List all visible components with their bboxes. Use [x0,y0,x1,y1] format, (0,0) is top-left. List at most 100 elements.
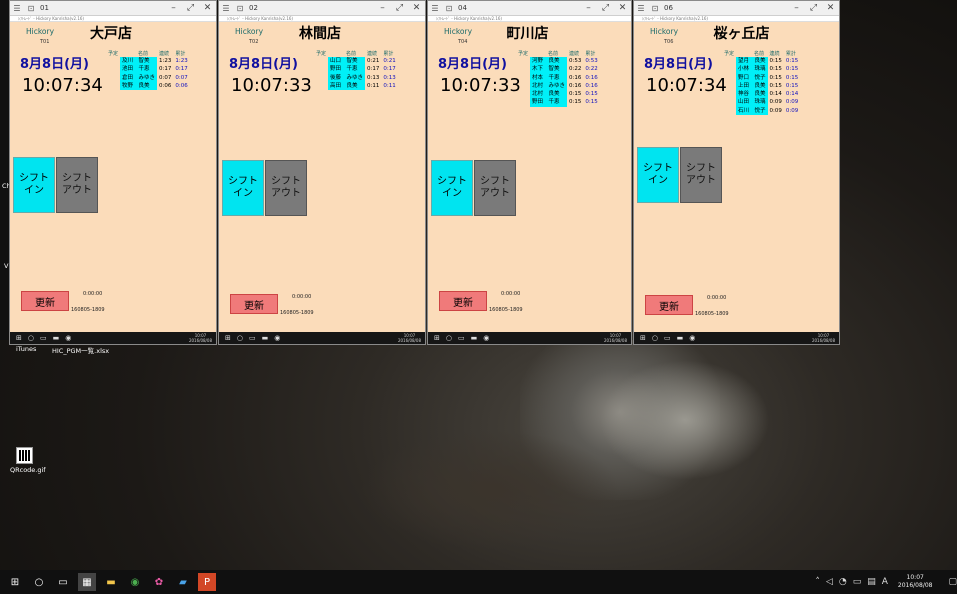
close-icon[interactable]: ✕ [614,3,631,13]
task-view-icon[interactable]: ▭ [664,334,671,342]
keyboard-icon[interactable]: ▤ [867,577,876,587]
minimize-icon[interactable]: – [580,3,597,13]
update-button[interactable]: 更新 [230,294,278,314]
volume-icon[interactable]: ◁ [826,577,833,587]
qrcode-icon[interactable] [16,447,33,464]
minimize-icon[interactable]: – [788,3,805,13]
staff-row[interactable]: 野田 千恵 0:15 0:15 [516,98,600,107]
file-explorer-icon[interactable]: ▬ [262,334,269,342]
search-icon[interactable]: ○ [652,334,658,342]
start-icon[interactable]: ⊞ [16,334,22,342]
staff-cont: 0:09 [769,99,782,106]
staff-total: 0:15 [585,91,598,98]
task-view-icon[interactable]: ▭ [54,573,72,591]
shift-out-button[interactable]: シフト アウト [265,160,307,216]
ime-icon[interactable]: A [882,577,888,587]
close-icon[interactable]: ✕ [822,3,839,13]
close-icon[interactable]: ✕ [408,3,425,13]
menu-icon[interactable]: ☰ [428,4,442,13]
search-icon[interactable]: ○ [446,334,452,342]
shift-in-button[interactable]: シフト イン [13,157,55,213]
system-clock[interactable]: 10:07 2016/08/08 [898,574,933,590]
window-clock: 10:07 2016/08/08 [604,333,627,343]
staff-row[interactable]: 河野 良美 0:53 0:53 [516,57,600,66]
minimize-icon[interactable]: – [165,3,182,13]
chrome-icon[interactable]: ◉ [274,334,280,342]
task-view-icon[interactable]: ▭ [458,334,465,342]
start-icon[interactable]: ⊞ [434,334,440,342]
desktop-icon-qrcode[interactable]: QRcode.gif [10,466,46,474]
staff-row[interactable]: 山口 智美 0:21 0:21 [314,57,398,66]
battery-icon[interactable]: ▭ [853,577,862,587]
expand-icon[interactable]: ⤢ [805,3,822,13]
menu-icon[interactable]: ☰ [219,4,233,13]
app3-icon[interactable]: ▰ [174,573,192,591]
search-icon[interactable]: ○ [30,573,48,591]
network-icon[interactable]: ◔ [839,577,847,587]
shift-in-button[interactable]: シフト イン [222,160,264,216]
shift-out-button[interactable]: シフト アウト [56,157,98,213]
update-button[interactable]: 更新 [439,291,487,311]
minimize-icon[interactable]: – [374,3,391,13]
search-icon[interactable]: ○ [28,334,34,342]
staff-row[interactable]: 及川 智美 1:23 1:23 [106,57,190,66]
staff-row[interactable]: 神谷 良美 0:14 0:14 [722,90,800,99]
close-icon[interactable]: ✕ [199,3,216,13]
file-explorer-icon[interactable]: ▬ [471,334,478,342]
staff-row[interactable]: 後藤 みゆき 0:13 0:13 [314,73,398,82]
staff-row[interactable]: 小林 珠璃 0:15 0:15 [722,65,800,74]
desktop-icon-excel[interactable]: HIC_PGM一覧.xlsx [52,345,109,355]
app-icon[interactable]: ▦ [78,573,96,591]
file-explorer-icon[interactable]: ▬ [677,334,684,342]
desktop-icon-itunes[interactable]: iTunes [16,345,36,353]
staff-row[interactable]: 高田 良美 0:11 0:11 [314,81,398,91]
file-explorer-icon[interactable]: ▬ [102,573,120,591]
shift-in-button[interactable]: シフト イン [431,160,473,216]
start-icon[interactable]: ⊞ [640,334,646,342]
store-code: T06 [664,39,674,45]
chrome-icon[interactable]: ◉ [689,334,695,342]
start-icon[interactable]: ⊞ [6,573,24,591]
staff-row[interactable]: 村本 千恵 0:16 0:16 [516,73,600,82]
menu-icon[interactable]: ☰ [634,4,648,13]
staff-row[interactable]: 池田 千恵 0:17 0:17 [106,65,190,74]
staff-row[interactable]: 倉田 みゆき 0:07 0:07 [106,73,190,82]
staff-row[interactable]: 山田 珠璃 0:09 0:09 [722,98,800,107]
chrome-icon[interactable]: ◉ [65,334,71,342]
staff-cont: 0:16 [569,82,582,89]
search-icon[interactable]: ○ [237,334,243,342]
app2-icon[interactable]: ✿ [150,573,168,591]
chrome-icon[interactable]: ◉ [126,573,144,591]
window-icon: ⊡ [236,3,244,13]
staff-row[interactable]: 野口 悦子 0:15 0:15 [722,73,800,82]
notification-icon[interactable]: ▢ [948,577,957,587]
staff-row[interactable]: 牧野 良美 0:06 0:06 [106,81,190,91]
chevron-up-icon[interactable]: ˄ [815,577,820,587]
col-name: 名前 [548,50,559,57]
expand-icon[interactable]: ⤢ [597,3,614,13]
file-explorer-icon[interactable]: ▬ [53,334,60,342]
menu-icon[interactable]: ☰ [10,4,24,13]
staff-row[interactable]: 野田 千恵 0:17 0:17 [314,65,398,74]
expand-icon[interactable]: ⤢ [182,3,199,13]
staff-row[interactable]: 上田 良美 0:15 0:15 [722,81,800,91]
start-icon[interactable]: ⊞ [225,334,231,342]
staff-row[interactable]: 北村 良美 0:15 0:15 [516,90,600,99]
staff-row[interactable]: 石川 悦子 0:09 0:09 [722,106,800,116]
chrome-icon[interactable]: ◉ [483,334,489,342]
update-button[interactable]: 更新 [645,295,693,315]
update-label: 更新 [244,300,264,312]
task-view-icon[interactable]: ▭ [40,334,47,342]
staff-row[interactable]: 北村 みゆき 0:16 0:16 [516,81,600,91]
shift-in-button[interactable]: シフト イン [637,147,679,203]
powerpoint-icon[interactable]: P [198,573,216,591]
shift-out-button[interactable]: シフト アウト [680,147,722,203]
expand-icon[interactable]: ⤢ [391,3,408,13]
staff-name: 野田 千恵 [530,98,568,107]
shift-out-button[interactable]: シフト アウト [474,160,516,216]
col-total: 累計 [175,50,186,57]
staff-row[interactable]: 木下 智美 0:22 0:22 [516,65,600,74]
staff-row[interactable]: 望月 良美 0:15 0:15 [722,57,800,66]
task-view-icon[interactable]: ▭ [249,334,256,342]
update-button[interactable]: 更新 [21,291,69,311]
